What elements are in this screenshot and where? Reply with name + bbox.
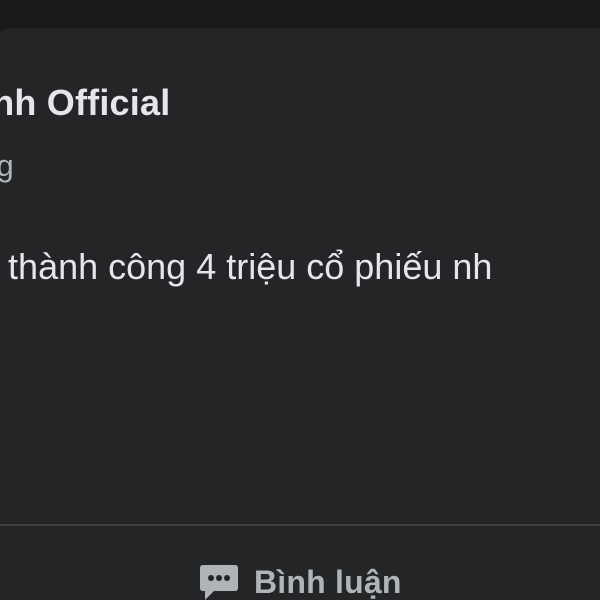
comment-label: Bình luận	[254, 563, 402, 600]
post-card: Anh Official eng an thành công 4 triệu c…	[0, 28, 600, 600]
post-author-name[interactable]: Anh Official	[0, 82, 170, 124]
post-meta-text: eng	[0, 148, 14, 183]
post-body-text: an thành công 4 triệu cổ phiếu nh	[0, 246, 493, 287]
facebook-feed-viewport: Anh Official eng an thành công 4 triệu c…	[0, 0, 600, 600]
comment-icon	[200, 565, 238, 600]
comment-button[interactable]: Bình luận	[198, 548, 402, 600]
post-divider	[0, 524, 600, 526]
